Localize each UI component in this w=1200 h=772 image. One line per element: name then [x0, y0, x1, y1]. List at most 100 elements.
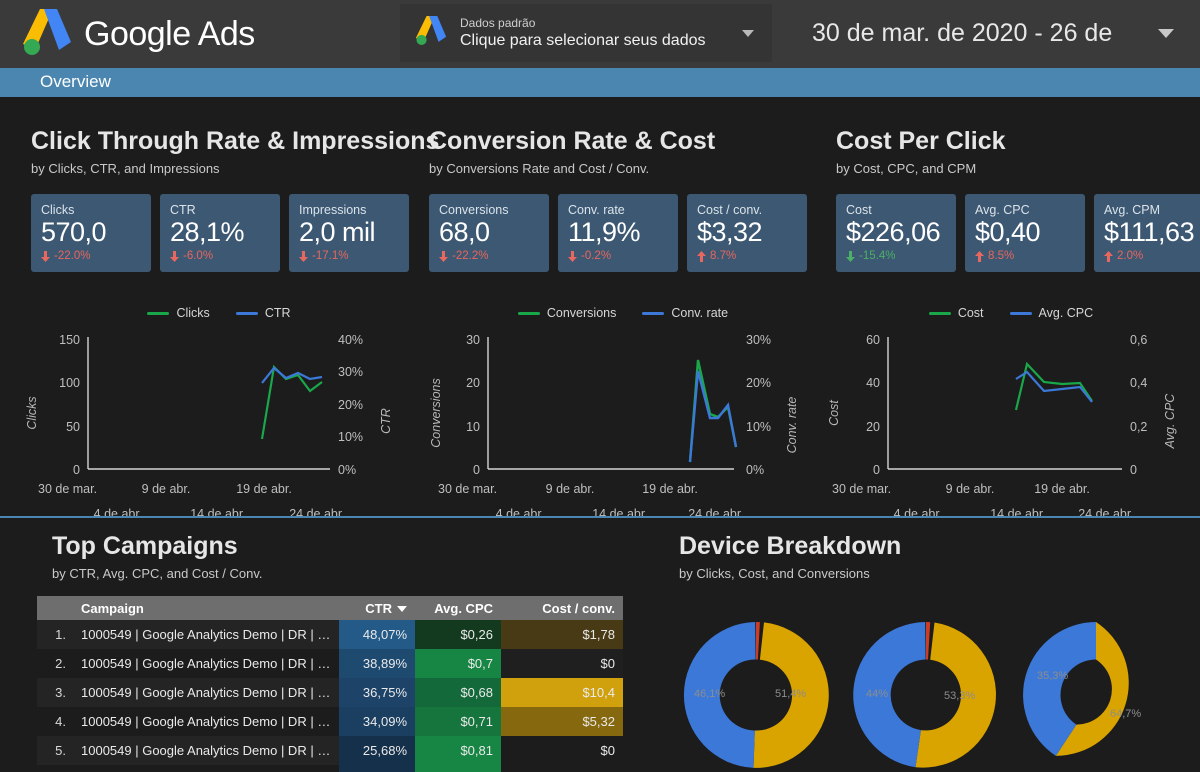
table-row[interactable]: 2.1000549 | Google Analytics Demo | DR |…	[37, 649, 623, 678]
y-tick: 0	[473, 463, 480, 477]
top-campaigns-table[interactable]: Campaign CTR Avg. CPC Cost / conv. 1.100…	[37, 596, 623, 772]
donut-slice-tablet[interactable]	[756, 622, 760, 660]
cell-campaign: 1000549 | Google Analytics Demo | DR | m…	[73, 736, 339, 765]
col-cost-per-conv[interactable]: Cost / conv.	[501, 596, 623, 620]
y-tick: 20	[466, 376, 480, 390]
cell-index: 4.	[37, 707, 73, 736]
panel-conversion-cost: Conversion Rate & Cost by Conversions Ra…	[429, 127, 807, 272]
data-source-selector[interactable]: Dados padrão Clique para selecionar seus…	[400, 4, 772, 62]
scorecard-delta: -6.0%	[170, 249, 280, 263]
panel-subtitle: by Conversions Rate and Cost / Conv.	[429, 161, 807, 176]
donut-cost[interactable]: 44% 53,3%	[846, 618, 1006, 772]
cell-campaign: 1000549 | Google Analytics Demo | DR | m…	[73, 649, 339, 678]
donut-label-mobile: 64,7%	[1110, 708, 1141, 720]
cell-index: 6.	[37, 765, 73, 772]
panel-title: Click Through Rate & Impressions	[31, 127, 439, 156]
scorecard-label: Avg. CPC	[975, 203, 1085, 217]
y2-tick: 0,6	[1130, 333, 1147, 347]
scorecard-delta: -22.0%	[41, 249, 151, 263]
y2-axis-title: CTR	[379, 408, 393, 434]
legend-label: Conv. rate	[671, 306, 728, 320]
caret-down-icon[interactable]	[397, 606, 407, 612]
table-row[interactable]: 5.1000549 | Google Analytics Demo | DR |…	[37, 736, 623, 765]
scorecard-delta-value: 8.5%	[988, 249, 1014, 263]
col-avg-cpc[interactable]: Avg. CPC	[415, 596, 501, 620]
scorecard-cost-per-conv[interactable]: Cost / conv. $3,32 8.7%	[687, 194, 807, 272]
cell-avg-cpc: $0,71	[415, 707, 501, 736]
scorecard-label: CTR	[170, 203, 280, 217]
scorecard-ctr[interactable]: CTR 28,1% -6.0%	[160, 194, 280, 272]
y-axis-title: Cost	[827, 400, 841, 426]
donut-slice-desktop[interactable]	[853, 622, 925, 767]
y2-tick: 30%	[746, 333, 771, 347]
scorecard-conversions[interactable]: Conversions 68,0 -22.2%	[429, 194, 549, 272]
x-tick: 19 de abr.	[1034, 482, 1090, 496]
cell-cost-per-conv	[501, 765, 623, 772]
scorecard-delta-value: -22.2%	[452, 249, 488, 263]
donut-label-desktop: 35,3%	[1037, 670, 1068, 682]
date-range-selector[interactable]: 30 de mar. de 2020 - 26 de	[790, 0, 1200, 66]
donut-conversions[interactable]: 35,3% 64,7%	[1016, 618, 1176, 772]
chart-legend: Cost Avg. CPC	[822, 305, 1200, 321]
arrow-down-icon	[568, 251, 577, 262]
y2-tick: 20%	[746, 376, 771, 390]
scorecard-conv-rate[interactable]: Conv. rate 11,9% -0.2%	[558, 194, 678, 272]
scorecard-clicks[interactable]: Clicks 570,0 -22.0%	[31, 194, 151, 272]
cell-campaign: 1000549 | Google Analytics Demo | DR | m…	[73, 765, 339, 772]
table-row[interactable]: 3.1000549 | Google Analytics Demo | DR |…	[37, 678, 623, 707]
donut-canvas	[1016, 618, 1176, 772]
legend-label: Clicks	[176, 306, 209, 320]
scorecard-cost[interactable]: Cost $226,06 -15.4%	[836, 194, 956, 272]
chevron-down-icon[interactable]	[742, 30, 754, 37]
legend-swatch-icon	[1010, 312, 1032, 315]
brand-title: Google Ads	[84, 15, 255, 54]
tab-overview[interactable]: Overview	[40, 72, 111, 92]
scorecard-avg-cpc[interactable]: Avg. CPC $0,40 8.5%	[965, 194, 1085, 272]
donut-clicks[interactable]: 46,1% 51,4%	[676, 618, 836, 772]
arrow-up-icon	[697, 251, 706, 262]
scorecard-label: Conv. rate	[568, 203, 678, 217]
scorecard-value: $3,32	[697, 217, 807, 247]
chart-conversions-rate[interactable]: Conversions Conv. rate 30 20 10 0 30% 20…	[424, 305, 822, 505]
scorecard-delta: -17.1%	[299, 249, 409, 263]
x-tick: 9 de abr.	[546, 482, 595, 496]
legend-item: Clicks	[147, 306, 209, 320]
scorecard-delta-value: -0.2%	[581, 249, 611, 263]
scorecard-group: Clicks 570,0 -22.0% CTR 28,1% -6.0%	[31, 194, 439, 272]
cell-cost-per-conv: $1,78	[501, 620, 623, 649]
y-axis-title: Conversions	[429, 378, 443, 447]
scorecard-avg-cpm[interactable]: Avg. CPM $111,63 2.0%	[1094, 194, 1200, 272]
col-ctr[interactable]: CTR	[339, 596, 415, 620]
chevron-down-icon[interactable]	[1158, 29, 1174, 38]
y2-tick: 10%	[746, 420, 771, 434]
chart-cost-cpc[interactable]: Cost Avg. CPC 60 40 20 0 0,6 0,4 0,2 0 C…	[822, 305, 1200, 505]
legend-label: Conversions	[547, 306, 616, 320]
cell-campaign: 1000549 | Google Analytics Demo | DR | m…	[73, 678, 339, 707]
panel-subtitle: by CTR, Avg. CPC, and Cost / Conv.	[52, 566, 263, 581]
chart-clicks-ctr[interactable]: Clicks CTR 150 100 50 0 40% 30% 20% 10% …	[20, 305, 418, 505]
table-row[interactable]: 6.1000549 | Google Analytics Demo | DR |…	[37, 765, 623, 772]
panel-device-breakdown: Device Breakdown by Clicks, Cost, and Co…	[679, 532, 901, 581]
scorecard-value: 28,1%	[170, 217, 280, 247]
cell-avg-cpc: $0,7	[415, 649, 501, 678]
cell-avg-cpc: $0,81	[415, 736, 501, 765]
app-header: Google Ads Dados padrão Clique para sele…	[0, 0, 1200, 68]
arrow-down-icon	[170, 251, 179, 262]
panel-title: Device Breakdown	[679, 532, 901, 561]
y2-axis-title: Avg. CPC	[1163, 393, 1177, 450]
cell-cost-per-conv: $5,32	[501, 707, 623, 736]
y-tick: 10	[466, 420, 480, 434]
scorecard-delta-value: 8.7%	[710, 249, 736, 263]
cell-avg-cpc: $0,68	[415, 678, 501, 707]
chart-legend: Conversions Conv. rate	[424, 305, 822, 321]
donut-slice-tablet[interactable]	[926, 622, 930, 660]
cell-ctr	[339, 765, 415, 772]
table-row[interactable]: 4.1000549 | Google Analytics Demo | DR |…	[37, 707, 623, 736]
panel-ctr-impressions: Click Through Rate & Impressions by Clic…	[31, 127, 439, 272]
table-row[interactable]: 1.1000549 | Google Analytics Demo | DR |…	[37, 620, 623, 649]
col-campaign[interactable]: Campaign	[73, 596, 339, 620]
donut-label-mobile: 51,4%	[775, 688, 806, 700]
legend-label: Cost	[958, 306, 984, 320]
scorecard-impressions[interactable]: Impressions 2,0 mil -17.1%	[289, 194, 409, 272]
scorecard-value: $0,40	[975, 217, 1085, 247]
